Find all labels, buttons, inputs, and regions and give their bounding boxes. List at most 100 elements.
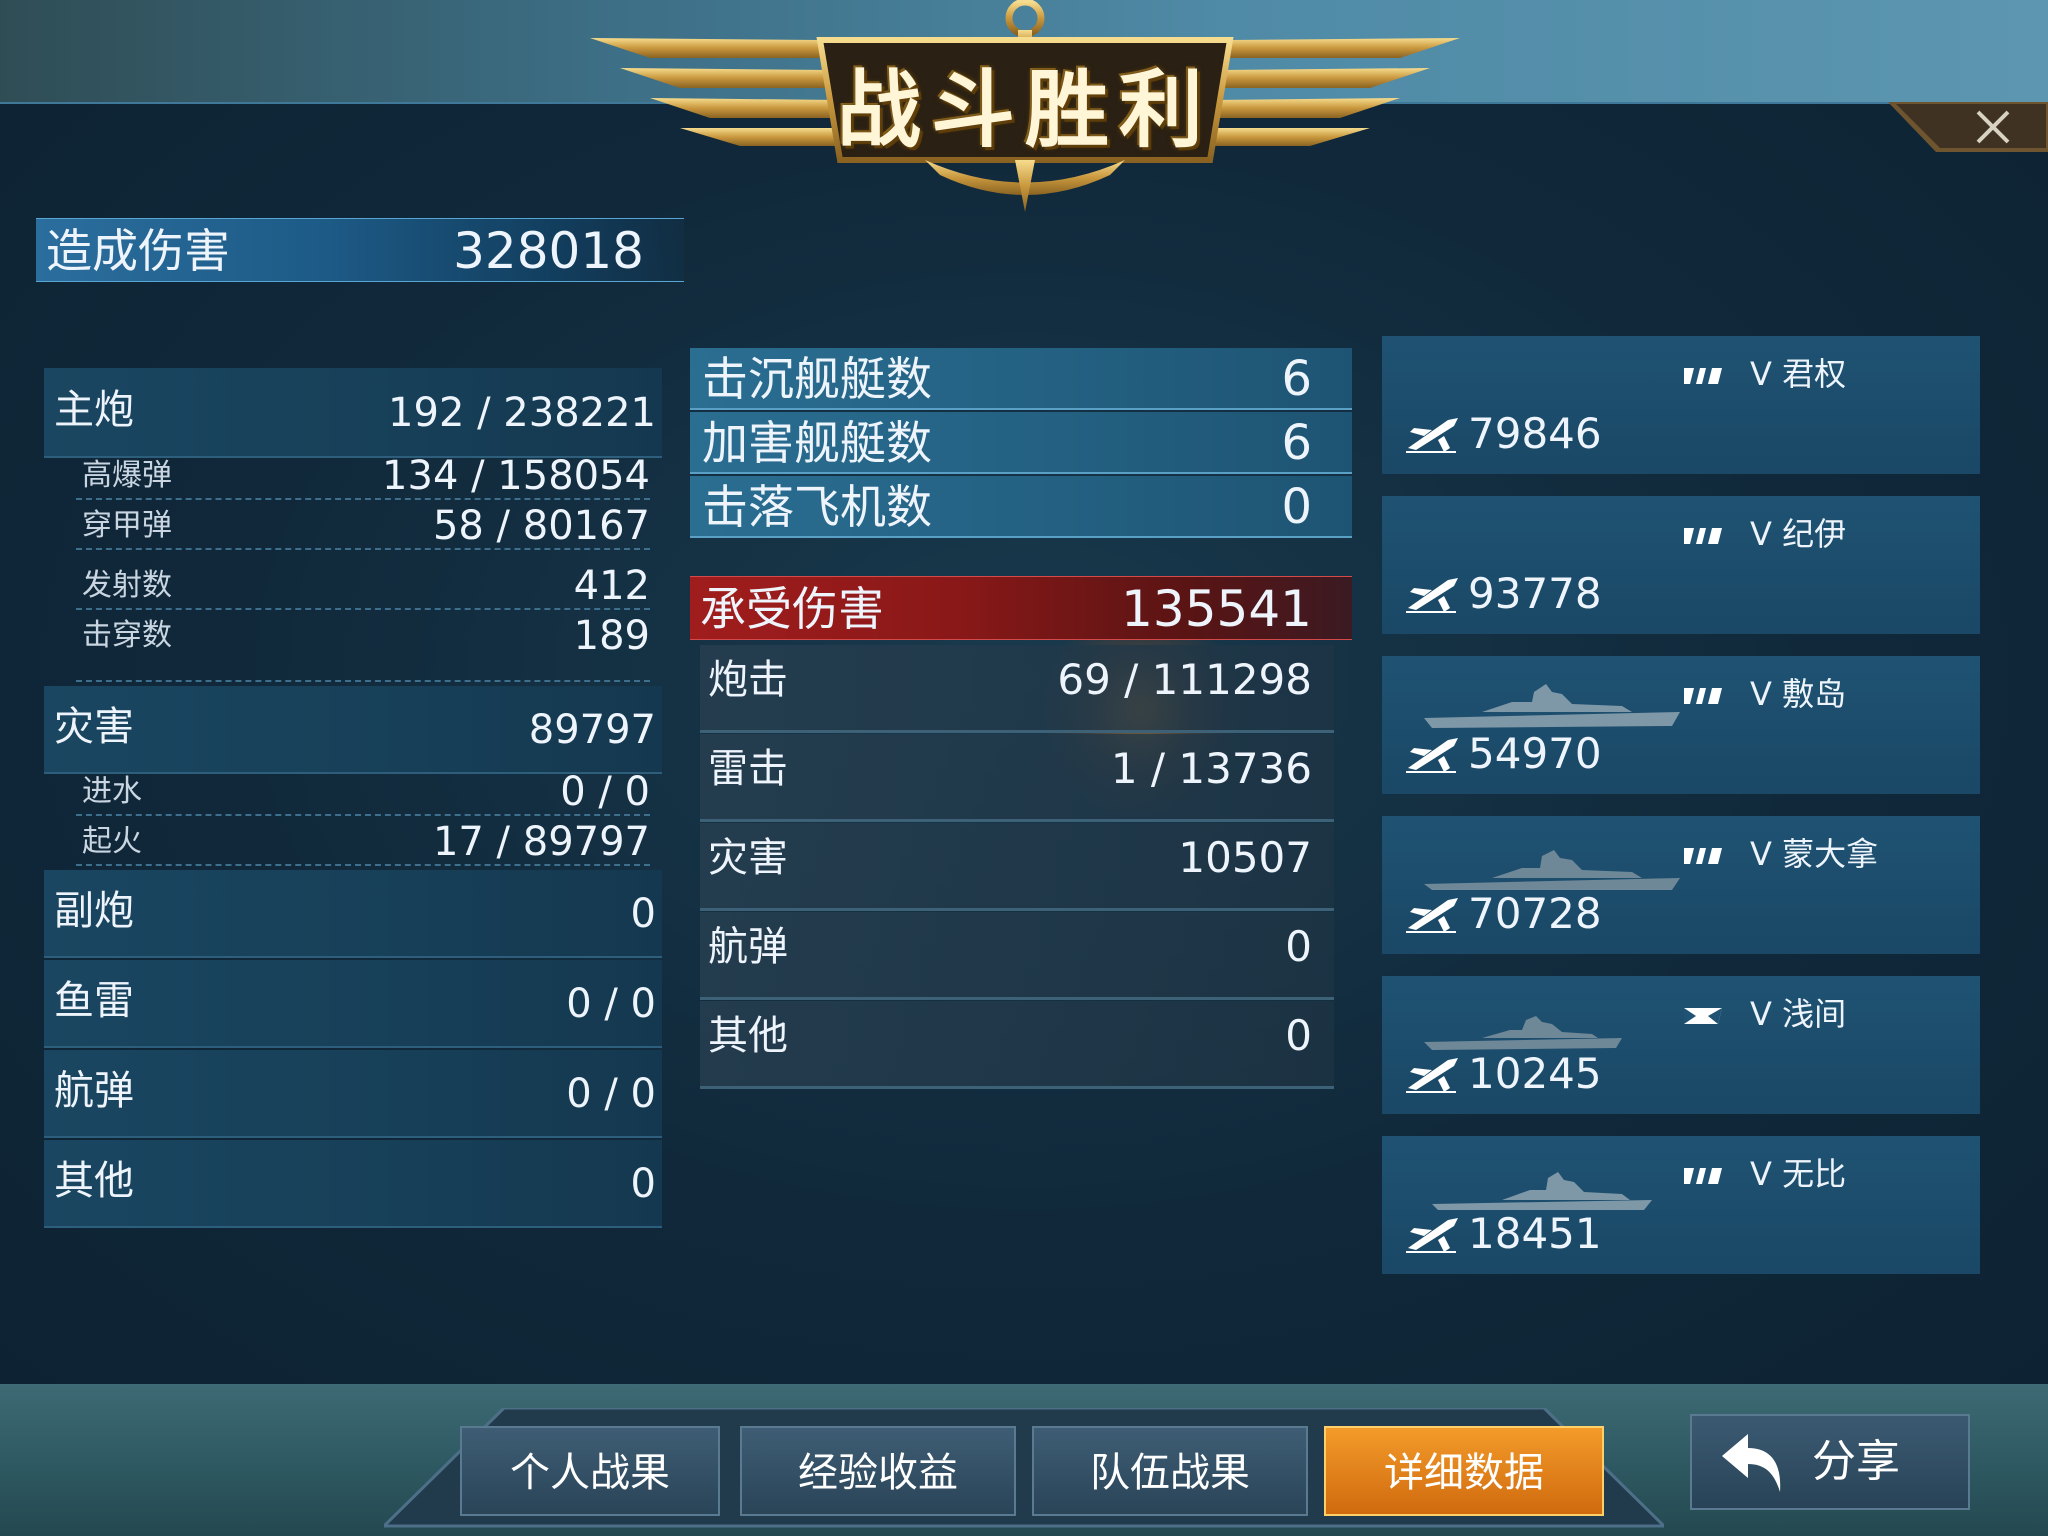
shots-fired-row: 发射数 412 xyxy=(76,562,650,610)
enemy-card[interactable]: V 敷岛 54970 xyxy=(1382,656,1980,794)
flooding-row: 进水 0 / 0 xyxy=(76,768,650,816)
torpedo-row: 鱼雷 0 / 0 xyxy=(44,960,662,1048)
enemy-ship-name: V 无比 xyxy=(1750,1155,1847,1193)
ap-shell-label: 穿甲弹 xyxy=(82,508,172,543)
enemy-damage-value: 79846 xyxy=(1468,409,1602,458)
fire-value: 17 / 89797 xyxy=(432,819,650,865)
taken-other-label: 其他 xyxy=(708,1013,788,1059)
taken-bomb-row: 航弹 0 xyxy=(700,912,1334,1000)
cruiser-silhouette-icon xyxy=(1424,1016,1622,1050)
he-shell-value: 134 / 158054 xyxy=(382,453,650,499)
enemy-damage-value: 54970 xyxy=(1468,729,1602,778)
flooding-value: 0 / 0 xyxy=(560,769,650,815)
enemy-card[interactable]: V 无比 18451 xyxy=(1382,1136,1980,1274)
ap-shell-value: 58 / 80167 xyxy=(432,503,650,549)
taken-torpedo-value: 1 / 13736 xyxy=(1110,744,1312,793)
enemy-ship-name: V 君权 xyxy=(1750,355,1847,393)
he-shell-row: 高爆弹 134 / 158054 xyxy=(76,452,650,500)
main-gun-value: 192 / 238221 xyxy=(388,390,656,436)
battleship-silhouette-icon xyxy=(1432,1172,1652,1210)
ships-damaged-row: 加害舰艇数 6 xyxy=(690,412,1352,474)
planes-downed-label: 击落飞机数 xyxy=(702,480,932,534)
he-shell-label: 高爆弹 xyxy=(82,458,172,493)
tab-exp-rewards[interactable]: 经验收益 xyxy=(740,1426,1016,1516)
enemy-damage-value: 70728 xyxy=(1468,889,1602,938)
torpedo-value: 0 / 0 xyxy=(566,981,656,1027)
tab-detailed-data[interactable]: 详细数据 xyxy=(1324,1426,1604,1516)
fire-label: 起火 xyxy=(82,824,142,859)
damage-plane-icon xyxy=(1406,1218,1458,1253)
disaster-value: 89797 xyxy=(528,707,656,753)
striped-flag-icon xyxy=(1684,688,1722,704)
secondary-gun-row: 副炮 0 xyxy=(44,870,662,958)
shots-fired-value: 412 xyxy=(573,563,650,609)
penetrations-row: 击穿数 189 xyxy=(76,612,650,682)
ships-sunk-value: 6 xyxy=(1281,351,1312,407)
other-value: 0 xyxy=(630,1161,656,1207)
damage-plane-icon xyxy=(1406,1058,1458,1093)
tab-personal-results[interactable]: 个人战果 xyxy=(460,1426,720,1516)
other-label: 其他 xyxy=(54,1158,134,1204)
close-button[interactable] xyxy=(1888,102,2048,152)
shots-fired-label: 发射数 xyxy=(82,568,172,603)
other-row: 其他 0 xyxy=(44,1140,662,1228)
torpedo-label: 鱼雷 xyxy=(54,978,134,1024)
enemy-damage-value: 10245 xyxy=(1468,1049,1602,1098)
bomb-value: 0 / 0 xyxy=(566,1071,656,1117)
ships-sunk-label: 击沉舰艇数 xyxy=(702,352,932,406)
ships-damaged-label: 加害舰艇数 xyxy=(702,416,932,470)
share-label: 分享 xyxy=(1812,1436,1900,1487)
damage-plane-icon xyxy=(1406,738,1458,773)
battle-result-screen: 战斗胜利 造成伤害 328018 主炮 192 / 238221 高爆弹 134… xyxy=(0,0,2048,1536)
taken-shelling-value: 69 / 111298 xyxy=(1057,655,1312,704)
penetrations-label: 击穿数 xyxy=(82,618,172,653)
enemy-card[interactable]: V 君权 79846 xyxy=(1382,336,1980,474)
ships-damaged-value: 6 xyxy=(1281,415,1312,471)
enemy-card[interactable]: V 纪伊 93778 xyxy=(1382,496,1980,634)
enemy-card[interactable]: V 蒙大拿 70728 xyxy=(1382,816,1980,954)
share-button[interactable]: 分享 xyxy=(1690,1414,1970,1510)
share-arrow-icon xyxy=(1722,1434,1781,1492)
enemy-ship-name: V 浅间 xyxy=(1750,995,1847,1033)
damage-plane-icon xyxy=(1406,418,1458,453)
striped-flag-icon xyxy=(1684,1168,1722,1184)
taken-other-row: 其他 0 xyxy=(700,1001,1334,1089)
taken-disaster-value: 10507 xyxy=(1178,833,1312,882)
planes-downed-row: 击落飞机数 0 xyxy=(690,476,1352,538)
secondary-gun-label: 副炮 xyxy=(54,888,134,934)
taken-other-value: 0 xyxy=(1285,1011,1312,1060)
flooding-label: 进水 xyxy=(82,774,142,809)
rising-sun-flag-icon xyxy=(1684,1008,1722,1024)
taken-torpedo-row: 雷击 1 / 13736 xyxy=(700,734,1334,822)
striped-flag-icon xyxy=(1684,528,1722,544)
taken-torpedo-label: 雷击 xyxy=(708,746,788,792)
enemy-damage-value: 93778 xyxy=(1468,569,1602,618)
taken-bomb-label: 航弹 xyxy=(708,924,788,970)
enemy-damage-value: 18451 xyxy=(1468,1209,1602,1258)
damage-dealt-label: 造成伤害 xyxy=(46,224,230,278)
damage-plane-icon xyxy=(1406,578,1458,613)
striped-flag-icon xyxy=(1684,848,1722,864)
taken-bomb-value: 0 xyxy=(1285,922,1312,971)
main-gun-label: 主炮 xyxy=(54,387,134,433)
ships-sunk-row: 击沉舰艇数 6 xyxy=(690,348,1352,410)
damage-dealt-value: 328018 xyxy=(453,222,644,280)
disaster-label: 灾害 xyxy=(54,704,134,750)
enemy-ship-name: V 敷岛 xyxy=(1750,675,1847,713)
bomb-label: 航弹 xyxy=(54,1068,134,1114)
taken-disaster-row: 灾害 10507 xyxy=(700,823,1334,911)
tab-team-results[interactable]: 队伍战果 xyxy=(1032,1426,1308,1516)
main-gun-row: 主炮 192 / 238221 xyxy=(44,368,662,458)
penetrations-value: 189 xyxy=(573,613,650,659)
ap-shell-row: 穿甲弹 58 / 80167 xyxy=(76,502,650,550)
damage-plane-icon xyxy=(1406,898,1458,933)
battleship-silhouette-icon xyxy=(1424,850,1680,890)
damage-taken-label: 承受伤害 xyxy=(700,582,884,636)
victory-title: 战斗胜利 xyxy=(836,61,1213,159)
enemy-card[interactable]: V 浅间 10245 xyxy=(1382,976,1980,1114)
disaster-row: 灾害 89797 xyxy=(44,686,662,774)
enemy-ship-name: V 蒙大拿 xyxy=(1750,835,1879,873)
planes-downed-value: 0 xyxy=(1281,479,1312,535)
taken-disaster-label: 灾害 xyxy=(708,835,788,881)
fire-row: 起火 17 / 89797 xyxy=(76,818,650,866)
